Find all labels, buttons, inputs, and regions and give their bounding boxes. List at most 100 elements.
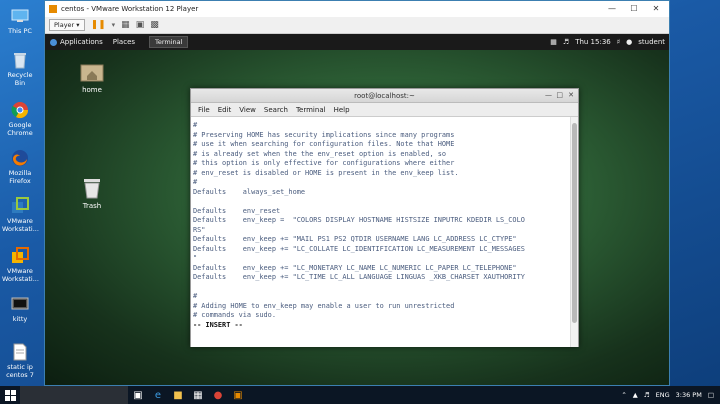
network-icon[interactable]: ▦ — [550, 38, 557, 46]
terminal-line: Defaults env_keep = "COLORS DISPLAY HOST… — [193, 216, 525, 224]
terminal-close-button[interactable]: ✕ — [568, 91, 574, 99]
start-button[interactable] — [0, 386, 20, 404]
recycle-bin-icon — [9, 50, 31, 70]
trash-icon — [80, 177, 104, 199]
clock-label[interactable]: Thu 15:36 — [575, 38, 611, 46]
vmware-window: centos - VMware Workstation 12 Player — … — [44, 0, 670, 386]
terminal-scrollbar[interactable] — [570, 117, 578, 347]
maximize-button[interactable]: ☐ — [623, 1, 645, 16]
guest-icon-home[interactable]: home — [72, 61, 112, 94]
vmware-window-title: centos - VMware Workstation 12 Player — [61, 5, 199, 13]
tray-clock[interactable]: 3:36 PM — [676, 391, 702, 399]
terminal-window[interactable]: root@localhost:~ — □ ✕ File Edit View Se… — [190, 88, 579, 347]
kitty-icon — [9, 294, 31, 314]
vmware-icon — [9, 196, 31, 216]
terminal-line: # this option is only effective for conf… — [193, 159, 455, 167]
document-icon — [9, 342, 31, 362]
tray-language[interactable]: ENG — [656, 391, 670, 399]
tray-volume-icon[interactable]: ♬ — [644, 391, 650, 399]
menu-edit[interactable]: Edit — [214, 106, 236, 114]
vim-insert-mode-indicator: -- INSERT -- — [193, 320, 243, 329]
chrome-taskbar-icon[interactable]: ● — [208, 386, 228, 404]
windows-taskbar: ▣ e ■ ▦ ● ▣ ⌃ ▲ ♬ ENG 3:36 PM □ — [0, 386, 720, 404]
file-explorer-icon[interactable]: ■ — [168, 386, 188, 404]
tray-network-icon[interactable]: ▲ — [633, 391, 638, 399]
desktop-icon-this-pc[interactable]: This PC — [2, 6, 38, 36]
desktop-icon-kitty[interactable]: kitty — [2, 294, 38, 324]
terminal-line: # env_reset is disabled or HOME is prese… — [193, 168, 459, 177]
places-menu[interactable]: Places — [108, 38, 140, 46]
desktop-icon-vmware-1[interactable]: VMware Workstati... — [2, 196, 39, 233]
close-button[interactable]: ✕ — [645, 1, 667, 16]
applications-menu[interactable]: Applications — [45, 38, 108, 46]
terminal-line: Defaults env_keep += "LC_TIME LC_ALL LAN… — [193, 273, 525, 281]
terminal-line: Defaults always_set_home — [193, 187, 306, 196]
tray-chevron-icon[interactable]: ⌃ — [621, 391, 626, 399]
player-menu-button[interactable]: Player ▾ — [49, 19, 85, 31]
applications-icon — [50, 38, 57, 46]
vmware-toolbar: Player ▾ ❚❚ ▾ ▦ ▣ ▩ — [45, 17, 669, 34]
terminal-menubar: File Edit View Search Terminal Help — [191, 103, 578, 117]
desktop-icon-chrome[interactable]: Google Chrome — [2, 100, 38, 137]
desktop-icon-vmware-2[interactable]: VMware Workstati... — [2, 246, 39, 283]
vmware-logo-icon — [49, 5, 57, 13]
terminal-line: Defaults env_keep += "MAIL PS1 PS2 QTDIR… — [193, 235, 517, 243]
terminal-line: # is already set when the the env_reset … — [193, 149, 447, 158]
windows-logo-icon — [4, 389, 16, 401]
terminal-maximize-button[interactable]: □ — [556, 91, 563, 99]
vmware-titlebar: centos - VMware Workstation 12 Player — … — [45, 1, 669, 17]
vmware-icon — [9, 246, 31, 266]
guest-screen[interactable]: Applications Places Terminal ▦ ♬ Thu 15:… — [45, 34, 669, 385]
notification-icon[interactable]: □ — [708, 391, 714, 399]
pause-icon[interactable]: ❚❚ — [91, 20, 106, 30]
unity-icon[interactable]: ▩ — [150, 20, 159, 30]
desktop-icon-static-ip-doc[interactable]: static ip centos 7 — [2, 342, 38, 379]
terminal-line: # — [193, 292, 198, 300]
desktop-icon-firefox[interactable]: Mozilla Firefox — [2, 148, 38, 185]
edge-icon[interactable]: e — [148, 386, 168, 404]
speaker-icon[interactable]: ♯ — [617, 38, 620, 46]
user-menu[interactable]: student — [638, 38, 665, 46]
terminal-line: # — [193, 121, 198, 129]
terminal-minimize-button[interactable]: — — [545, 91, 552, 99]
terminal-line: # use it when searching for configuratio… — [193, 140, 455, 148]
volume-icon[interactable]: ♬ — [563, 38, 569, 46]
vmware-taskbar-icon[interactable]: ▣ — [228, 386, 248, 404]
terminal-scrollbar-thumb[interactable] — [572, 123, 577, 323]
menu-file[interactable]: File — [194, 106, 214, 114]
terminal-line: # Preserving HOME has security implicati… — [193, 130, 455, 139]
task-view-icon[interactable]: ▣ — [128, 386, 148, 404]
taskbar-terminal-item[interactable]: Terminal — [149, 36, 189, 48]
home-folder-icon — [80, 61, 104, 83]
system-tray: ⌃ ▲ ♬ ENG 3:36 PM □ — [621, 386, 720, 404]
terminal-line: # Adding HOME to env_keep may enable a u… — [193, 301, 455, 310]
menu-view[interactable]: View — [235, 106, 260, 114]
terminal-line: Defaults env_keep += "LC_COLLATE LC_IDEN… — [193, 244, 525, 253]
send-ctrl-alt-del-icon[interactable]: ▦ — [121, 20, 130, 30]
terminal-titlebar[interactable]: root@localhost:~ — □ ✕ — [191, 89, 578, 103]
terminal-title: root@localhost:~ — [354, 91, 415, 100]
gnome-status-area: ▦ ♬ Thu 15:36 ♯ ● student — [550, 34, 665, 50]
terminal-line: # commands via sudo. — [193, 311, 276, 319]
user-icon[interactable]: ● — [626, 38, 632, 46]
chrome-icon — [9, 100, 31, 120]
terminal-line: # — [193, 178, 198, 186]
dropdown-chevron-icon[interactable]: ▾ — [112, 21, 116, 29]
menu-help[interactable]: Help — [330, 106, 354, 114]
minimize-button[interactable]: — — [601, 1, 623, 16]
desktop-icon-recycle-bin[interactable]: Recycle Bin — [2, 50, 38, 87]
firefox-icon — [9, 148, 31, 168]
computer-icon — [9, 6, 31, 26]
menu-search[interactable]: Search — [260, 106, 292, 114]
terminal-text-area[interactable]: # # Preserving HOME has security implica… — [191, 117, 571, 347]
menu-terminal[interactable]: Terminal — [292, 106, 330, 114]
store-icon[interactable]: ▦ — [188, 386, 208, 404]
terminal-line: RS" — [193, 225, 206, 234]
taskbar-search-box[interactable] — [20, 386, 128, 404]
terminal-line: Defaults env_reset — [193, 206, 281, 215]
fullscreen-icon[interactable]: ▣ — [136, 20, 145, 30]
guest-icon-trash[interactable]: Trash — [72, 177, 112, 210]
terminal-line: " — [193, 254, 198, 262]
